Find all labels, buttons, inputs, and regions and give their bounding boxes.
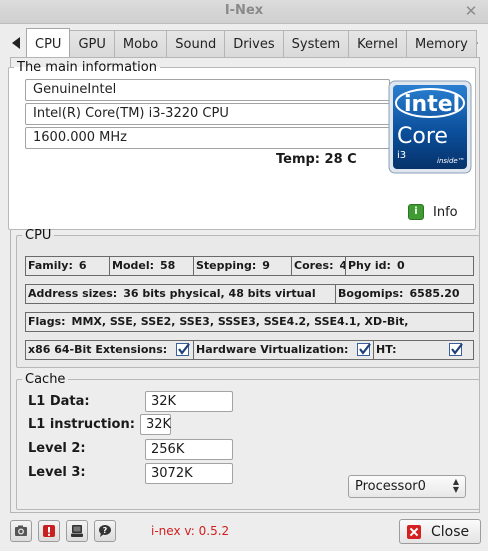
- info-icon: i: [408, 204, 424, 220]
- hw-virtualization-cell: Hardware Virtualization:: [193, 340, 374, 360]
- hw-virtualization-label: Hardware Virtualization:: [196, 343, 349, 356]
- tab-mobo[interactable]: Mobo: [113, 30, 168, 57]
- flags-value: MMX, SSE, SSE2, SSE3, SSSE3, SSE4.2, SSE…: [71, 315, 409, 328]
- phy-id-label: Phy id:: [348, 259, 391, 272]
- close-icon: [407, 524, 421, 539]
- x86-64-checkbox[interactable]: [176, 343, 190, 356]
- version-label: i-nex v: 0.5.2: [151, 524, 230, 538]
- ht-cell: HT:: [373, 340, 474, 360]
- tab-scroll-left-icon[interactable]: [10, 36, 22, 50]
- checkmark-icon: [451, 343, 463, 355]
- hw-virtualization-checkbox[interactable]: [357, 343, 371, 356]
- level3-label: Level 3:: [28, 465, 86, 480]
- cpu-model-name-field[interactable]: Intel(R) Core(TM) i3-3220 CPU: [25, 103, 390, 125]
- window-title: I-Nex: [224, 3, 264, 18]
- family-value: 6: [78, 259, 87, 272]
- close-button-label: Close: [431, 523, 470, 540]
- temperature-label: Temp: 28 C: [276, 152, 357, 167]
- tab-bar: CPU GPU Mobo Sound Drives System Kernel …: [26, 28, 477, 57]
- info-button[interactable]: i Info: [408, 202, 458, 222]
- checkmark-icon: [359, 343, 371, 355]
- main-information-legend: The main information: [17, 60, 157, 75]
- cores-label: Cores:: [294, 259, 334, 272]
- title-bar: I-Nex ✕: [0, 0, 488, 24]
- phy-id-value: 0: [396, 259, 405, 272]
- cpu-frequency-field[interactable]: 1600.000 MHz: [25, 127, 390, 149]
- bogomips-value: 6585.20: [409, 287, 460, 300]
- close-button[interactable]: Close: [399, 519, 481, 544]
- phy-id-cell: Phy id: 0: [345, 256, 474, 276]
- tab-sound[interactable]: Sound: [166, 30, 226, 57]
- address-sizes-value: 36 bits physical, 48 bits virtual: [123, 287, 316, 300]
- inside-wordmark: inside™: [437, 157, 465, 165]
- help-chat-button[interactable]: ?: [94, 520, 116, 542]
- save-report-button[interactable]: [66, 520, 88, 542]
- bogomips-cell: Bogomips: 6585.20: [335, 284, 474, 304]
- window-close-icon[interactable]: ✕: [462, 2, 480, 20]
- save-report-icon: [71, 525, 83, 537]
- l1-instruction-field[interactable]: 32K: [140, 414, 171, 435]
- family-label: Family:: [28, 259, 73, 272]
- core-wordmark: Core: [397, 124, 448, 149]
- report-bug-button[interactable]: [38, 520, 60, 542]
- family-cell: Family: 6: [25, 256, 110, 276]
- intel-wordmark: intel: [404, 92, 460, 117]
- level2-field[interactable]: 256K: [145, 439, 233, 460]
- tab-kernel[interactable]: Kernel: [348, 30, 407, 57]
- stepping-label: Stepping:: [196, 259, 257, 272]
- flags-cell: Flags: MMX, SSE, SSE2, SSE3, SSSE3, SSE4.…: [25, 312, 474, 332]
- tab-drives[interactable]: Drives: [224, 30, 284, 57]
- address-sizes-label: Address sizes:: [28, 287, 118, 300]
- tab-memory[interactable]: Memory: [405, 30, 477, 57]
- model-label: Model:: [112, 259, 155, 272]
- tab-gpu[interactable]: GPU: [69, 30, 115, 57]
- cache-legend: Cache: [25, 372, 66, 387]
- x86-64-cell: x86 64-Bit Extensions:: [25, 340, 194, 360]
- address-sizes-cell: Address sizes: 36 bits physical, 48 bits …: [25, 284, 336, 304]
- ht-checkbox[interactable]: [449, 343, 463, 356]
- model-value: 58: [160, 259, 176, 272]
- ht-label: HT:: [376, 343, 397, 356]
- stepping-cell: Stepping: 9: [193, 256, 292, 276]
- intel-core-i3-logo: intel Core i3 inside™: [388, 80, 472, 174]
- tab-cpu[interactable]: CPU: [26, 28, 71, 57]
- svg-text:?: ?: [103, 526, 108, 535]
- level2-label: Level 2:: [28, 441, 86, 456]
- tab-system[interactable]: System: [282, 30, 350, 57]
- stepping-value: 9: [262, 259, 270, 272]
- level3-field[interactable]: 3072K: [145, 463, 233, 484]
- processor-select-value: Processor0: [355, 479, 426, 494]
- cpu-vendor-field[interactable]: GenuineIntel: [25, 79, 390, 101]
- help-chat-icon: ?: [99, 525, 111, 537]
- flags-label: Flags:: [28, 315, 66, 328]
- processor-select[interactable]: Processor0 ▲ ▼: [348, 475, 466, 498]
- spin-arrows-icon: ▲ ▼: [452, 477, 459, 494]
- l1-instruction-label: L1 instruction:: [28, 417, 135, 432]
- i3-wordmark: i3: [397, 150, 406, 161]
- x86-64-label: x86 64-Bit Extensions:: [28, 343, 168, 356]
- model-cell: Model: 58: [109, 256, 194, 276]
- cores-cell: Cores:4: [291, 256, 346, 276]
- screenshot-button[interactable]: [10, 520, 32, 542]
- report-bug-icon: [43, 525, 55, 537]
- l1-data-field[interactable]: 32K: [145, 391, 233, 412]
- screenshot-icon: [15, 525, 27, 536]
- l1-data-label: L1 Data:: [28, 394, 90, 409]
- info-button-label: Info: [433, 204, 458, 220]
- checkmark-icon: [178, 343, 190, 355]
- bogomips-label: Bogomips:: [338, 287, 404, 300]
- cpu-details-legend: CPU: [25, 228, 52, 243]
